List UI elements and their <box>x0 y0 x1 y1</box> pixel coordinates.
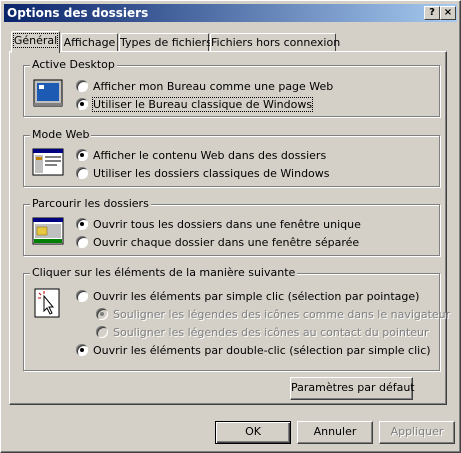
radio-label: Ouvrir tous les dossiers dans une fenêtr… <box>93 217 361 231</box>
apply-button: Appliquer <box>379 421 455 444</box>
radio-separate-window[interactable]: Ouvrir chaque dossier dans une fenêtre s… <box>76 235 359 249</box>
tab-label: Types de fichiers <box>120 36 212 49</box>
title-bar[interactable]: Options des dossiers ? × <box>4 4 457 22</box>
radio-label: Ouvrir les éléments par simple clic (sél… <box>93 289 420 303</box>
window-title: Options des dossiers <box>7 6 149 20</box>
radio-button[interactable] <box>76 218 88 230</box>
tab-types-de-fichiers[interactable]: Types de fichiers <box>119 33 212 52</box>
radio-label: Souligner les légendes des icônes au con… <box>113 325 429 339</box>
group-legend: Cliquer sur les éléments de la manière s… <box>30 266 298 279</box>
web-window-icon <box>32 148 64 176</box>
radio-button[interactable] <box>76 80 88 92</box>
radio-label: Afficher mon Bureau comme une page Web <box>93 79 334 93</box>
radio-button[interactable] <box>76 167 88 179</box>
radio-label: Ouvrir les éléments par double-clic (sél… <box>93 343 431 357</box>
radio-classic-folders[interactable]: Utiliser les dossiers classiques de Wind… <box>76 166 330 180</box>
group-active-desktop: Active Desktop Afficher mon Bureau comme… <box>23 58 440 117</box>
help-button[interactable]: ? <box>424 6 440 20</box>
tab-label: Affichage <box>63 36 116 49</box>
radio-label: Utiliser le Bureau classique de Windows <box>91 96 314 112</box>
pointer-click-icon <box>34 288 60 318</box>
group-mode-web: Mode Web Afficher le contenu Web dans de… <box>23 128 440 187</box>
close-button[interactable]: × <box>440 6 456 20</box>
tab-label: Fichiers hors connexion <box>211 36 341 49</box>
tab-panel-general: Active Desktop Afficher mon Bureau comme… <box>9 51 450 405</box>
radio-label: Souligner les légendes des icônes comme … <box>113 307 451 321</box>
radio-same-window[interactable]: Ouvrir tous les dossiers dans une fenêtr… <box>76 217 361 231</box>
folder-options-dialog: Options des dossiers ? × Général Afficha… <box>0 0 461 453</box>
radio-button[interactable] <box>76 98 88 110</box>
tab-general[interactable]: Général <box>11 31 60 53</box>
desktop-monitor-icon <box>33 79 63 107</box>
radio-button[interactable] <box>76 290 88 302</box>
radio-label: Ouvrir chaque dossier dans une fenêtre s… <box>93 235 360 249</box>
radio-button <box>96 308 108 320</box>
tab-label: Général <box>12 33 59 48</box>
folder-window-icon <box>32 217 64 245</box>
group-legend: Active Desktop <box>30 58 117 71</box>
cancel-button[interactable]: Annuler <box>297 421 373 444</box>
group-legend: Parcourir les dossiers <box>30 197 151 210</box>
radio-label: Afficher le contenu Web dans des dossier… <box>93 148 327 162</box>
radio-button[interactable] <box>76 344 88 356</box>
radio-single-click[interactable]: Ouvrir les éléments par simple clic (sél… <box>76 289 419 303</box>
ok-button[interactable]: OK <box>215 421 291 444</box>
group-legend: Mode Web <box>30 128 92 141</box>
radio-web-content[interactable]: Afficher le contenu Web dans des dossier… <box>76 148 326 162</box>
radio-button[interactable] <box>76 149 88 161</box>
group-parcourir: Parcourir les dossiers Ouvrir tous les d… <box>23 197 440 256</box>
tab-affichage[interactable]: Affichage <box>61 33 118 52</box>
radio-double-click[interactable]: Ouvrir les éléments par double-clic (sél… <box>76 343 431 357</box>
radio-underline-hover: Souligner les légendes des icônes au con… <box>96 325 429 339</box>
tab-fichiers-hors-connexion[interactable]: Fichiers hors connexion <box>210 33 340 52</box>
radio-underline-browser: Souligner les légendes des icônes comme … <box>96 307 450 321</box>
radio-button <box>96 326 108 338</box>
radio-button[interactable] <box>76 236 88 248</box>
restore-defaults-button[interactable]: Paramètres par défaut <box>290 377 415 400</box>
radio-web-desktop[interactable]: Afficher mon Bureau comme une page Web <box>76 79 333 93</box>
radio-label: Utiliser les dossiers classiques de Wind… <box>93 166 330 180</box>
radio-classic-desktop[interactable]: Utiliser le Bureau classique de Windows <box>76 96 314 112</box>
group-cliquer: Cliquer sur les éléments de la manière s… <box>23 266 450 371</box>
